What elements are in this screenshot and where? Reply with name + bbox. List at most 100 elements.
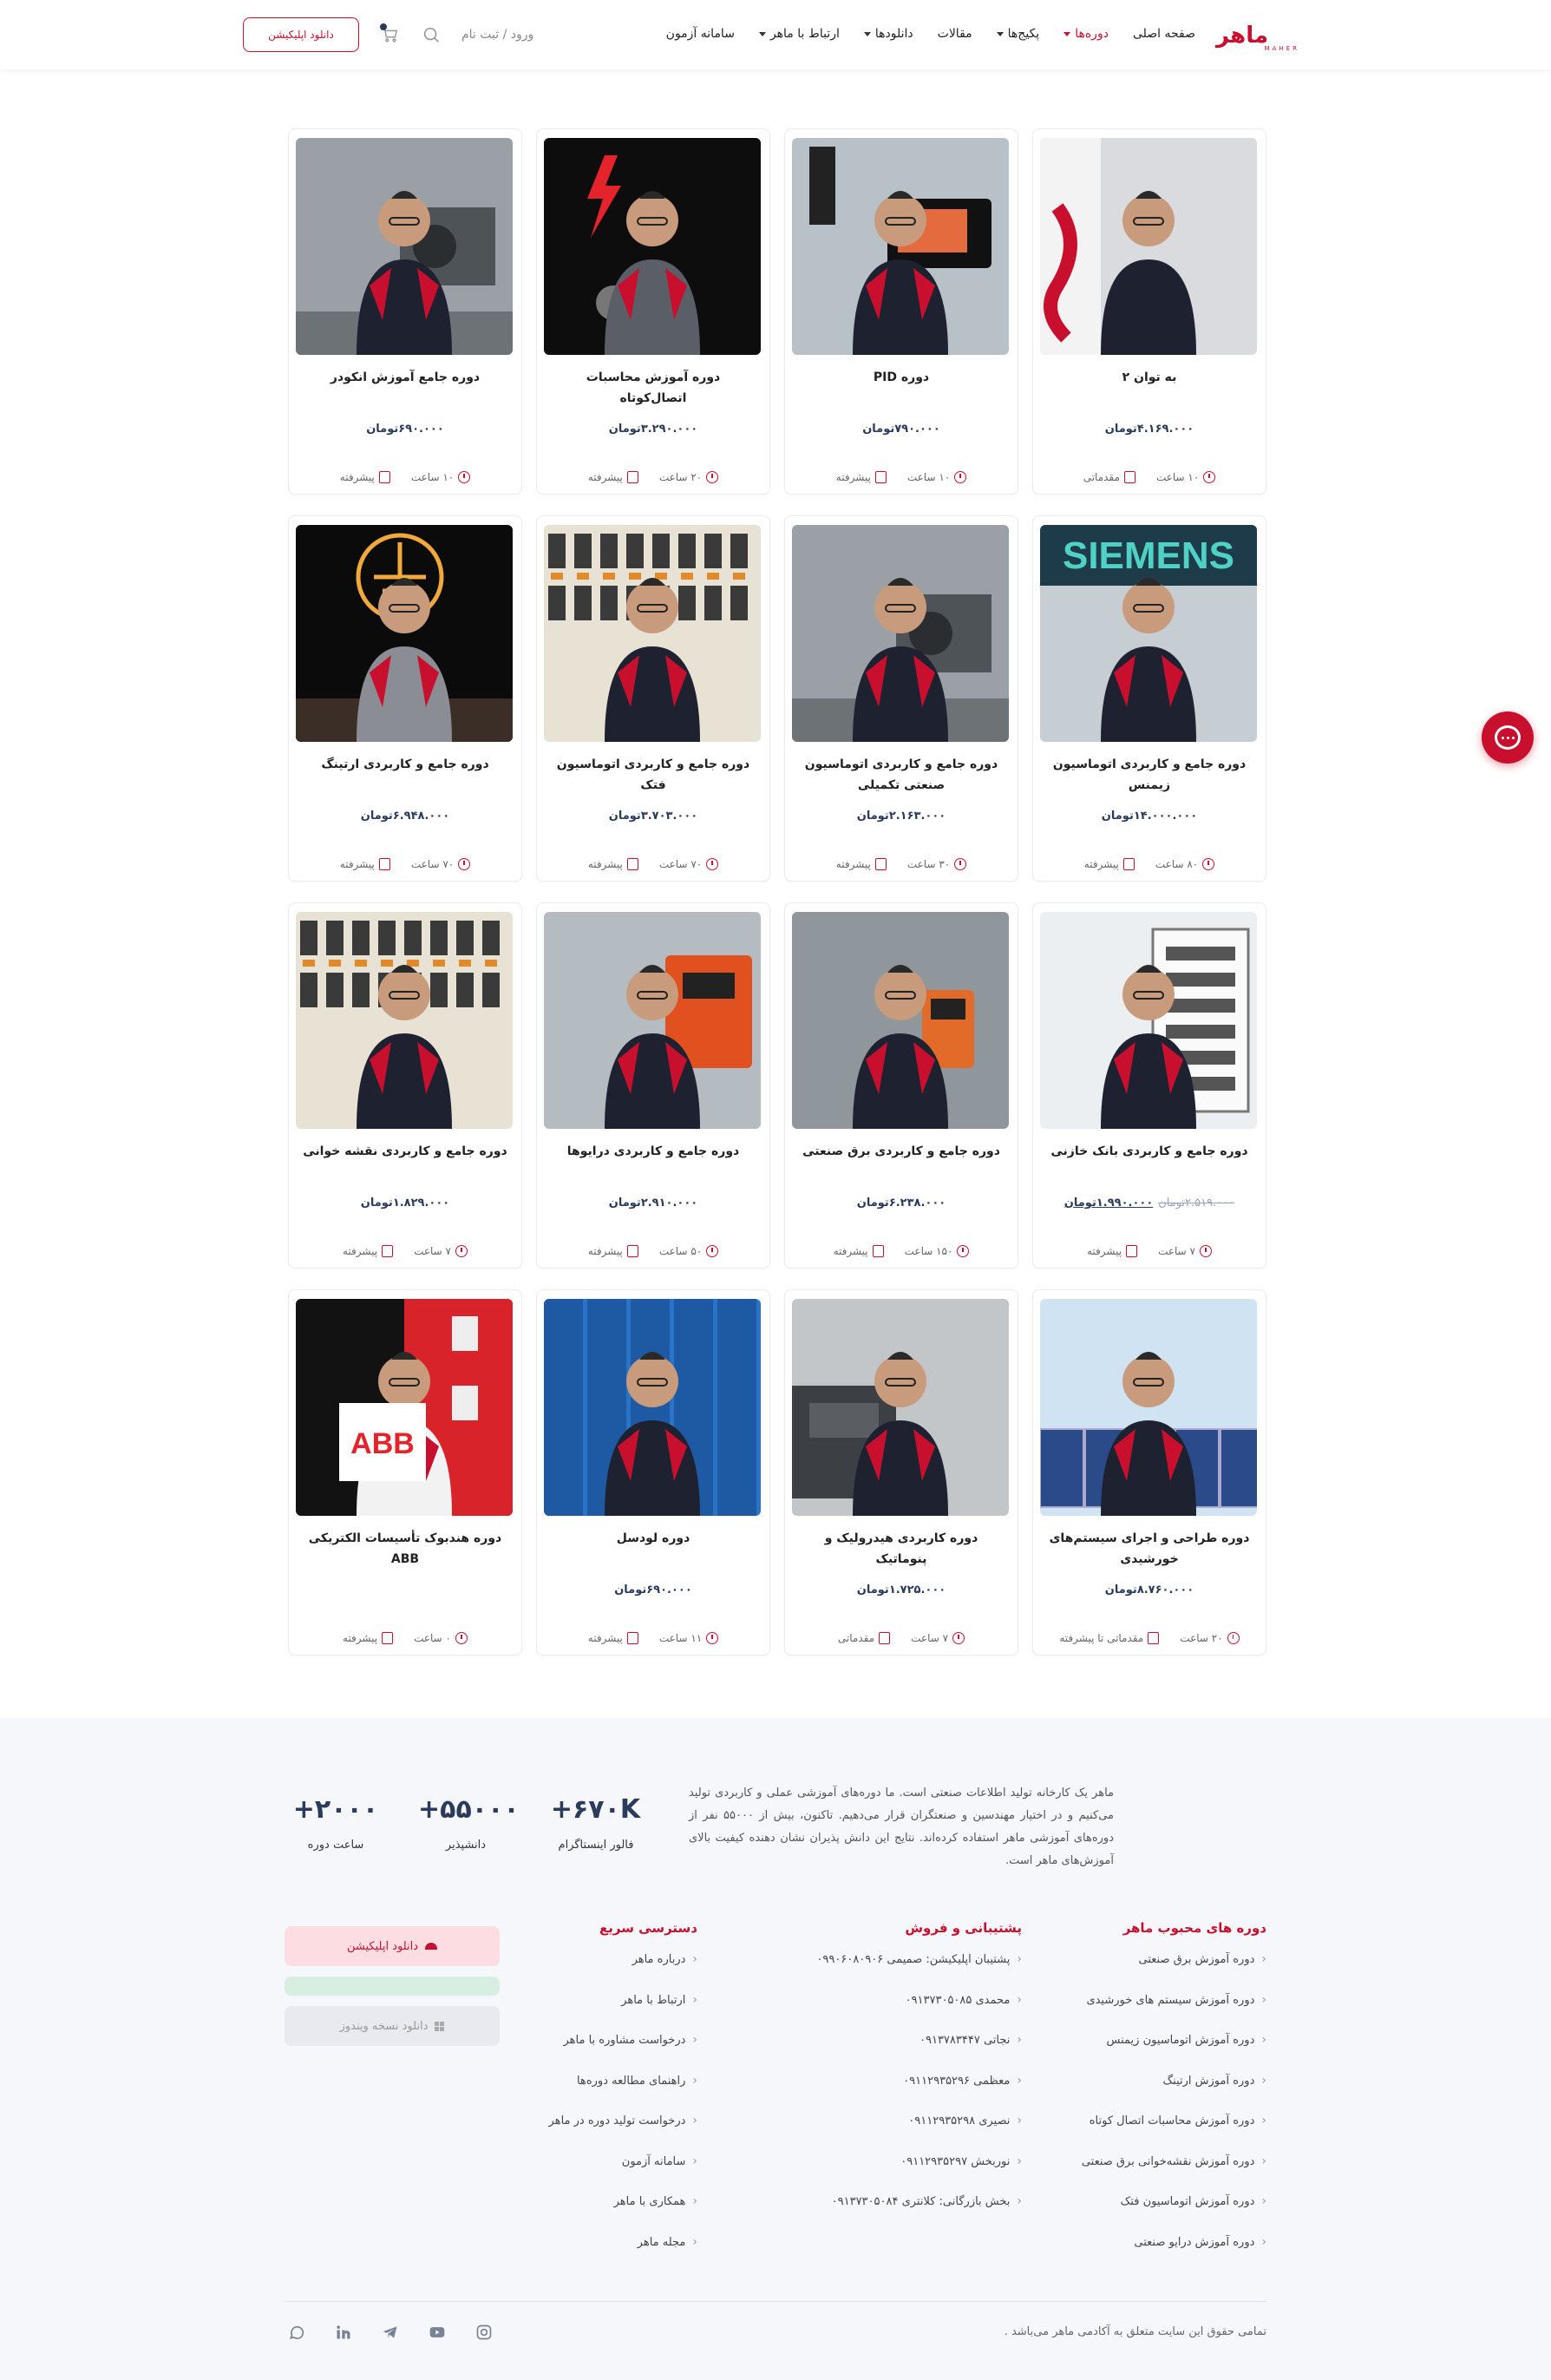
footer-popular-link[interactable]: دوره آموزش نقشه‌خوانی برق صنعتی (1041, 2155, 1266, 2196)
footer-popular-link-label: دوره آموزش سیستم های خورشیدی (1086, 1993, 1255, 2007)
nav-item-6[interactable]: سامانه آزمون (666, 27, 735, 41)
course-card[interactable]: دوره طراحی و اجرای سیستم‌های خورشیدی ۸.۷۶… (1032, 1289, 1266, 1656)
course-card[interactable]: دوره لودسل ۶۹۰.۰۰۰تومان ۱۱ ساعت پیشرفته (536, 1289, 770, 1656)
course-thumbnail[interactable] (544, 138, 761, 355)
course-meta: ۲۰ ساعت مقدماتی تا پیشرفته (1033, 1632, 1266, 1644)
course-thumbnail[interactable] (544, 912, 761, 1129)
course-title[interactable]: دوره جامع و کاربردی درایوها (546, 1141, 761, 1183)
course-card[interactable]: ABB دوره هندبوک تأسیسات الکتریکی ABB ۰ ساع… (288, 1289, 522, 1656)
course-card[interactable]: به توان ۲ ۴.۱۶۹.۰۰۰تومان ۱۰ ساعت مقدماتی (1032, 128, 1266, 495)
footer-popular-link-label: دوره آموزش نقشه‌خوانی برق صنعتی (1081, 2154, 1255, 2168)
telegram-icon[interactable] (382, 2324, 399, 2341)
course-thumbnail[interactable] (792, 912, 1009, 1129)
course-title[interactable]: دوره جامع و کاربردی اتوماسیون صنعتی تکمی… (794, 754, 1009, 796)
course-title[interactable]: دوره طراحی و اجرای سیستم‌های خورشیدی (1042, 1528, 1257, 1570)
course-title[interactable]: دوره جامع و کاربردی ارتینگ (298, 754, 513, 796)
site-logo[interactable]: ماهر MAHER (1216, 19, 1303, 52)
footer-support-contact[interactable]: بخش بازرگانی: کلانتری ۰۹۱۳۷۳۰۵۰۸۴ (762, 2195, 1022, 2236)
cart-icon[interactable] (378, 23, 401, 46)
course-card[interactable]: دوره جامع و کاربردی نقشه خوانی ۱.۸۲۹.۰۰۰ت… (288, 902, 522, 1269)
course-title[interactable]: دوره جامع و کاربردی اتوماسیون زیمنس (1042, 754, 1257, 796)
footer-popular-link[interactable]: دوره آموزش برق صنعتی (1041, 1953, 1266, 1994)
course-thumbnail[interactable] (296, 525, 513, 742)
course-thumbnail[interactable]: ABB (296, 1299, 513, 1516)
course-title[interactable]: دوره هندبوک تأسیسات الکتریکی ABB (298, 1528, 513, 1570)
course-thumbnail[interactable] (296, 912, 513, 1129)
course-level-label: پیشرفته (587, 471, 623, 483)
course-card[interactable]: SIEMENS دوره جامع و کاربردی اتوماسیون زیم… (1032, 515, 1266, 882)
search-icon[interactable] (420, 23, 442, 46)
course-card[interactable]: دوره جامع و کاربردی ارتینگ ۶.۹۴۸.۰۰۰تومان… (288, 515, 522, 882)
course-thumbnail[interactable] (544, 1299, 761, 1516)
footer-quick-link[interactable]: همکاری با ماهر (507, 2195, 697, 2236)
course-card[interactable]: دوره جامع و کاربردی برق صنعتی ۶.۲۳۸.۰۰۰تو… (784, 902, 1018, 1269)
nav-item-3[interactable]: مقالات (938, 27, 972, 41)
footer-download-bar[interactable] (285, 1977, 500, 1996)
course-thumbnail[interactable] (544, 525, 761, 742)
course-title[interactable]: دوره جامع و کاربردی نقشه خوانی (298, 1141, 513, 1183)
course-title[interactable]: دوره جامع و کاربردی بانک خازنی (1042, 1141, 1257, 1183)
course-card[interactable]: دوره جامع و کاربردی اتوماسیون فتک ۳.۷۰۳.۰… (536, 515, 770, 882)
download-app-button[interactable]: دانلود اپلیکیشن (243, 17, 359, 52)
login-register-link[interactable]: ورود / ثبت نام (461, 28, 533, 42)
course-card[interactable]: دوره جامع آموزش انکودر ۶۹۰.۰۰۰تومان ۱۰ ساع… (288, 128, 522, 495)
course-card[interactable]: دوره کاربردی هیدرولیک و پنوماتیک ۱.۷۲۵.۰۰… (784, 1289, 1018, 1656)
footer-popular-link[interactable]: دوره آموزش درایو صنعتی (1041, 2236, 1266, 2277)
footer-popular-link[interactable]: دوره آموزش محاسبات اتصال کوتاه (1041, 2114, 1266, 2155)
course-card[interactable]: دوره جامع و کاربردی بانک خازنی ۲.۵۱۹.۰۰۰ت… (1032, 902, 1266, 1269)
copyright-text: تمامی حقوق این سایت متعلق به آکادمی ماهر… (1004, 2325, 1266, 2338)
course-thumbnail[interactable] (296, 138, 513, 355)
level-icon (378, 858, 390, 870)
footer-quick-link[interactable]: مجله ماهر (507, 2236, 697, 2277)
footer-quick-link[interactable]: درباره ماهر (507, 1953, 697, 1994)
course-thumbnail[interactable] (1040, 138, 1257, 355)
whatsapp-icon[interactable] (288, 2324, 305, 2341)
footer-popular-link[interactable]: دوره آموزش سیستم های خورشیدی (1041, 1994, 1266, 2035)
course-thumbnail[interactable] (792, 525, 1009, 742)
footer-support-contact[interactable]: معظمی ۰۹۱۱۲۹۳۵۲۹۶ (762, 2075, 1022, 2115)
course-title[interactable]: دوره جامع و کاربردی اتوماسیون فتک (546, 754, 761, 796)
footer-quick-link[interactable]: درخواست مشاوره با ماهر (507, 2034, 697, 2075)
nav-item-0[interactable]: صفحه اصلی (1133, 27, 1195, 41)
course-duration: ۵۰ ساعت (659, 1245, 719, 1257)
nav-item-5[interactable]: ارتباط با ماهر (758, 27, 840, 41)
course-card[interactable]: دوره آموزش محاسبات اتصال‌کوتاه ۳.۲۹۰.۰۰۰ت… (536, 128, 770, 495)
course-thumbnail[interactable]: SIEMENS (1040, 525, 1257, 742)
chat-widget-button[interactable] (1482, 711, 1534, 764)
instagram-icon[interactable] (475, 2324, 493, 2341)
footer-support-contact[interactable]: نصیری ۰۹۱۱۲۹۳۵۲۹۸ (762, 2114, 1022, 2155)
footer-quick-link[interactable]: راهنمای مطالعه دوره‌ها (507, 2075, 697, 2115)
course-thumbnail[interactable] (792, 138, 1009, 355)
footer-popular-link[interactable]: دوره آموزش اتوماسیون فتک (1041, 2195, 1266, 2236)
nav-item-2[interactable]: پکیج‌ها (996, 27, 1039, 41)
nav-item-1[interactable]: دوره‌ها (1063, 27, 1109, 41)
footer-popular-link[interactable]: دوره آموزش ارتینگ (1041, 2075, 1266, 2115)
course-thumbnail[interactable] (1040, 1299, 1257, 1516)
footer-quick-link[interactable]: سامانه آزمون (507, 2155, 697, 2196)
footer-download-app-button[interactable]: دانلود اپلیکیشن (285, 1926, 500, 1966)
footer-support-contact[interactable]: محمدی ۰۹۱۳۷۳۰۵۰۸۵ (762, 1994, 1022, 2035)
footer-support-contact[interactable]: نوربخش ۰۹۱۱۲۹۳۵۲۹۷ (762, 2155, 1022, 2196)
footer-support-contact[interactable]: نجاتی ۰۹۱۳۷۸۳۴۴۷ (762, 2034, 1022, 2075)
svg-text:ABB: ABB (350, 1427, 415, 1460)
course-title[interactable]: دوره آموزش محاسبات اتصال‌کوتاه (546, 367, 761, 409)
footer-popular-link[interactable]: دوره آموزش اتوماسیون زیمنس (1041, 2034, 1266, 2075)
footer-support-contact[interactable]: پشتیبان اپلیکیشن: صمیمی ۰۹۹۰۶۰۸۰۹۰۶ (762, 1953, 1022, 1994)
linkedin-icon[interactable] (335, 2324, 352, 2341)
footer-quick-link[interactable]: ارتباط با ماهر (507, 1994, 697, 2035)
nav-item-4[interactable]: دانلودها (863, 27, 913, 41)
course-title[interactable]: دوره لودسل (546, 1528, 761, 1570)
footer-quick-link[interactable]: درخواست تولید دوره در ماهر (507, 2114, 697, 2155)
course-card[interactable]: دوره PID ۷۹۰.۰۰۰تومان ۱۰ ساعت پیشرفته (784, 128, 1018, 495)
course-title[interactable]: دوره جامع و کاربردی برق صنعتی (794, 1141, 1009, 1183)
youtube-icon[interactable] (429, 2324, 446, 2341)
course-title[interactable]: دوره کاربردی هیدرولیک و پنوماتیک (794, 1528, 1009, 1570)
course-card[interactable]: دوره جامع و کاربردی درایوها ۲.۹۱۰.۰۰۰توما… (536, 902, 770, 1269)
course-title[interactable]: دوره PID (794, 367, 1009, 409)
footer-download-windows-button[interactable]: دانلود نسخه ویندوز (285, 2006, 500, 2046)
course-title[interactable]: دوره جامع آموزش انکودر (298, 367, 513, 409)
course-card[interactable]: دوره جامع و کاربردی اتوماسیون صنعتی تکمی… (784, 515, 1018, 882)
course-thumbnail[interactable] (1040, 912, 1257, 1129)
course-title[interactable]: به توان ۲ (1042, 367, 1257, 409)
course-thumbnail[interactable] (792, 1299, 1009, 1516)
